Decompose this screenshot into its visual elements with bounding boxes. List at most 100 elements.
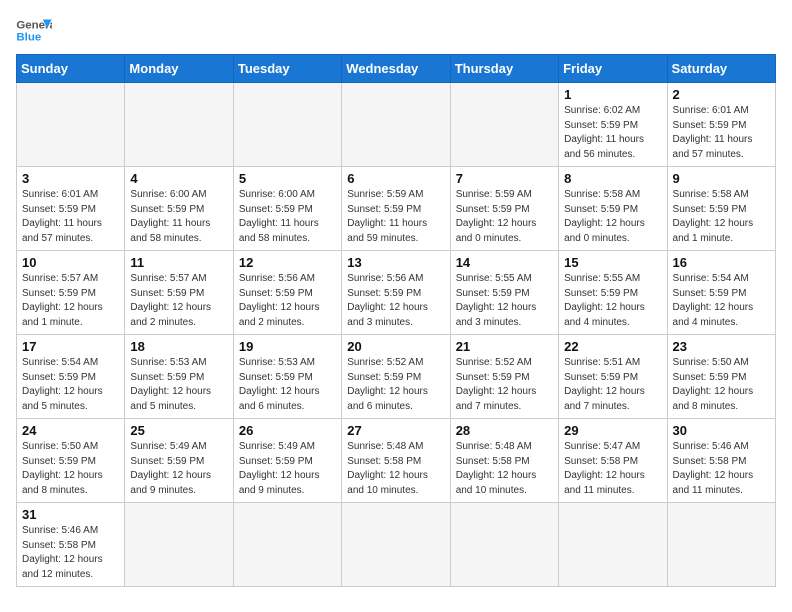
day-number: 19 — [239, 339, 336, 354]
sun-info: Sunrise: 6:01 AM Sunset: 5:59 PM Dayligh… — [22, 188, 119, 246]
calendar-cell: 26 Sunrise: 5:49 AM Sunset: 5:59 PM Dayli… — [233, 419, 341, 503]
day-number: 2 — [673, 87, 770, 102]
sun-info: Sunrise: 5:52 AM Sunset: 5:59 PM Dayligh… — [456, 356, 553, 414]
calendar-cell: 28Sunrise: 5:48 AM Sunset: 5:58 PM Dayli… — [450, 419, 558, 503]
calendar-cell: 16 Sunrise: 5:54 AM Sunset: 5:59 PM Dayli… — [667, 251, 775, 335]
day-number: 25 — [130, 423, 227, 438]
day-number: 3 — [22, 171, 119, 186]
weekday-header-tuesday: Tuesday — [233, 55, 341, 83]
calendar-cell: 4 Sunrise: 6:00 AM Sunset: 5:59 PM Daylig… — [125, 167, 233, 251]
sun-info: Sunrise: 5:47 AM Sunset: 5:58 PM Dayligh… — [564, 440, 661, 498]
calendar-cell — [233, 83, 341, 167]
day-number: 13 — [347, 255, 444, 270]
weekday-header-sunday: Sunday — [17, 55, 125, 83]
day-number: 9 — [673, 171, 770, 186]
calendar-cell: 15 Sunrise: 5:55 AM Sunset: 5:59 PM Dayli… — [559, 251, 667, 335]
calendar-cell — [125, 503, 233, 587]
sun-info: Sunrise: 5:55 AM Sunset: 5:59 PM Dayligh… — [456, 272, 553, 330]
weekday-header-wednesday: Wednesday — [342, 55, 450, 83]
calendar-cell: 13 Sunrise: 5:56 AM Sunset: 5:59 PM Dayli… — [342, 251, 450, 335]
sun-info: Sunrise: 5:48 AM Sunset: 5:58 PM Dayligh… — [347, 440, 444, 498]
calendar-cell: 8 Sunrise: 5:58 AM Sunset: 5:59 PM Daylig… — [559, 167, 667, 251]
sun-info: Sunrise: 6:00 AM Sunset: 5:59 PM Dayligh… — [239, 188, 336, 246]
calendar-cell: 18Sunrise: 5:53 AM Sunset: 5:59 PM Dayli… — [125, 335, 233, 419]
sun-info: Sunrise: 5:58 AM Sunset: 5:59 PM Dayligh… — [673, 188, 770, 246]
sun-info: Sunrise: 5:50 AM Sunset: 5:59 PM Dayligh… — [22, 440, 119, 498]
day-number: 11 — [130, 255, 227, 270]
calendar-cell: 11 Sunrise: 5:57 AM Sunset: 5:59 PM Dayli… — [125, 251, 233, 335]
calendar-cell: 14 Sunrise: 5:55 AM Sunset: 5:59 PM Dayli… — [450, 251, 558, 335]
weekday-header-thursday: Thursday — [450, 55, 558, 83]
calendar-header: SundayMondayTuesdayWednesdayThursdayFrid… — [17, 55, 776, 83]
calendar-cell: 24 Sunrise: 5:50 AM Sunset: 5:59 PM Dayli… — [17, 419, 125, 503]
sun-info: Sunrise: 5:54 AM Sunset: 5:59 PM Dayligh… — [22, 356, 119, 414]
calendar-cell: 6 Sunrise: 5:59 AM Sunset: 5:59 PM Daylig… — [342, 167, 450, 251]
day-number: 6 — [347, 171, 444, 186]
calendar-cell — [125, 83, 233, 167]
sun-info: Sunrise: 5:55 AM Sunset: 5:59 PM Dayligh… — [564, 272, 661, 330]
calendar-cell — [667, 503, 775, 587]
logo: General Blue — [16, 16, 52, 46]
day-number: 28 — [456, 423, 553, 438]
calendar-cell: 3 Sunrise: 6:01 AM Sunset: 5:59 PM Daylig… — [17, 167, 125, 251]
calendar-table: SundayMondayTuesdayWednesdayThursdayFrid… — [16, 54, 776, 587]
day-number: 8 — [564, 171, 661, 186]
sun-info: Sunrise: 5:56 AM Sunset: 5:59 PM Dayligh… — [239, 272, 336, 330]
day-number: 17 — [22, 339, 119, 354]
day-number: 7 — [456, 171, 553, 186]
day-number: 26 — [239, 423, 336, 438]
day-number: 22 — [564, 339, 661, 354]
sun-info: Sunrise: 5:53 AM Sunset: 5:59 PM Dayligh… — [239, 356, 336, 414]
day-number: 1 — [564, 87, 661, 102]
calendar-cell — [450, 83, 558, 167]
weekday-header-monday: Monday — [125, 55, 233, 83]
sun-info: Sunrise: 5:49 AM Sunset: 5:59 PM Dayligh… — [130, 440, 227, 498]
calendar-cell: 12 Sunrise: 5:56 AM Sunset: 5:59 PM Dayli… — [233, 251, 341, 335]
calendar-cell: 1 Sunrise: 6:02 AM Sunset: 5:59 PM Daylig… — [559, 83, 667, 167]
day-number: 23 — [673, 339, 770, 354]
calendar-cell — [450, 503, 558, 587]
sun-info: Sunrise: 5:56 AM Sunset: 5:59 PM Dayligh… — [347, 272, 444, 330]
sun-info: Sunrise: 5:57 AM Sunset: 5:59 PM Dayligh… — [22, 272, 119, 330]
day-number: 29 — [564, 423, 661, 438]
day-number: 27 — [347, 423, 444, 438]
calendar-cell: 7Sunrise: 5:59 AM Sunset: 5:59 PM Daylig… — [450, 167, 558, 251]
sun-info: Sunrise: 5:46 AM Sunset: 5:58 PM Dayligh… — [22, 524, 119, 582]
logo-icon: General Blue — [16, 16, 52, 46]
calendar-cell: 22 Sunrise: 5:51 AM Sunset: 5:59 PM Dayli… — [559, 335, 667, 419]
day-number: 15 — [564, 255, 661, 270]
calendar-cell: 25 Sunrise: 5:49 AM Sunset: 5:59 PM Dayli… — [125, 419, 233, 503]
sun-info: Sunrise: 6:02 AM Sunset: 5:59 PM Dayligh… — [564, 104, 661, 162]
sun-info: Sunrise: 5:52 AM Sunset: 5:59 PM Dayligh… — [347, 356, 444, 414]
day-number: 31 — [22, 507, 119, 522]
sun-info: Sunrise: 5:54 AM Sunset: 5:59 PM Dayligh… — [673, 272, 770, 330]
sun-info: Sunrise: 5:49 AM Sunset: 5:59 PM Dayligh… — [239, 440, 336, 498]
day-number: 5 — [239, 171, 336, 186]
calendar-cell — [342, 83, 450, 167]
sun-info: Sunrise: 5:53 AM Sunset: 5:59 PM Dayligh… — [130, 356, 227, 414]
sun-info: Sunrise: 5:46 AM Sunset: 5:58 PM Dayligh… — [673, 440, 770, 498]
day-number: 16 — [673, 255, 770, 270]
calendar-cell: 30 Sunrise: 5:46 AM Sunset: 5:58 PM Dayli… — [667, 419, 775, 503]
page-header: General Blue — [16, 16, 776, 46]
day-number: 24 — [22, 423, 119, 438]
day-number: 4 — [130, 171, 227, 186]
day-number: 12 — [239, 255, 336, 270]
day-number: 21 — [456, 339, 553, 354]
day-number: 14 — [456, 255, 553, 270]
weekday-header-friday: Friday — [559, 55, 667, 83]
calendar-cell — [233, 503, 341, 587]
day-number: 30 — [673, 423, 770, 438]
day-number: 20 — [347, 339, 444, 354]
day-number: 10 — [22, 255, 119, 270]
sun-info: Sunrise: 5:51 AM Sunset: 5:59 PM Dayligh… — [564, 356, 661, 414]
calendar-cell: 9 Sunrise: 5:58 AM Sunset: 5:59 PM Daylig… — [667, 167, 775, 251]
sun-info: Sunrise: 6:00 AM Sunset: 5:59 PM Dayligh… — [130, 188, 227, 246]
sun-info: Sunrise: 5:58 AM Sunset: 5:59 PM Dayligh… — [564, 188, 661, 246]
sun-info: Sunrise: 5:57 AM Sunset: 5:59 PM Dayligh… — [130, 272, 227, 330]
calendar-cell: 10 Sunrise: 5:57 AM Sunset: 5:59 PM Dayli… — [17, 251, 125, 335]
sun-info: Sunrise: 5:59 AM Sunset: 5:59 PM Dayligh… — [347, 188, 444, 246]
calendar-cell: 31 Sunrise: 5:46 AM Sunset: 5:58 PM Dayli… — [17, 503, 125, 587]
calendar-cell: 23Sunrise: 5:50 AM Sunset: 5:59 PM Dayli… — [667, 335, 775, 419]
calendar-cell: 19 Sunrise: 5:53 AM Sunset: 5:59 PM Dayli… — [233, 335, 341, 419]
